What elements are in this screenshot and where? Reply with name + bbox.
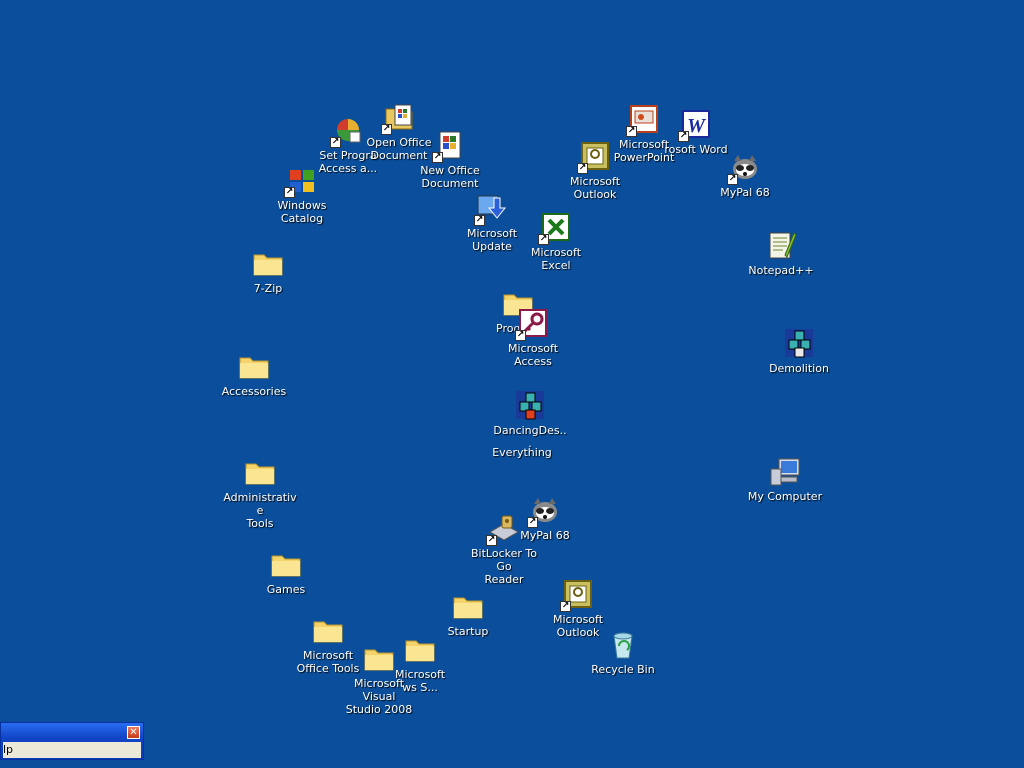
desktop-icon-label: My Computer — [747, 490, 823, 503]
recycle-bin-icon — [613, 632, 633, 659]
menu-bar[interactable]: lp — [3, 742, 141, 758]
shortcut-arrow-icon: ↗ — [727, 174, 738, 185]
desktop-icon-administrative-tools[interactable]: Administrative Tools — [222, 456, 298, 530]
svg-text:W: W — [687, 115, 706, 137]
desktop-icon-label: 7-Zip — [253, 282, 283, 295]
folder-icon — [271, 555, 301, 577]
notepad-plus-plus-icon — [769, 232, 797, 259]
folder-icon — [453, 597, 483, 619]
demolition-icon — [785, 329, 813, 358]
desktop-icon-label: Microsoft ws S... — [394, 668, 446, 694]
dancing-desktop-icon — [516, 391, 544, 420]
folder-icon — [245, 463, 275, 485]
close-button[interactable]: ✕ — [127, 726, 140, 739]
shortcut-arrow-icon: ↗ — [474, 215, 485, 226]
shortcut-arrow-icon: ↗ — [330, 137, 341, 148]
shortcut-arrow-icon: ↗ — [678, 131, 689, 142]
shortcut-arrow-icon: ↗ — [515, 330, 526, 341]
shortcut-arrow-icon: ↗ — [284, 187, 295, 198]
desktop-icon-label: Windows Catalog — [277, 199, 327, 225]
desktop-icon-label: Administrative Tools — [223, 491, 297, 530]
menu-item-help[interactable]: lp — [3, 743, 13, 756]
desktop-icon-notepad-plus-plus[interactable]: Notepad++ — [743, 229, 819, 277]
desktop-icon-microsoft-excel[interactable]: ↗ Microsoft Excel — [518, 211, 594, 272]
shortcut-arrow-icon: ↗ — [577, 163, 588, 174]
shortcut-arrow-icon: ↗ — [626, 126, 637, 137]
desktop-icon-label: Demolition — [769, 362, 829, 375]
desktop-icon-recycle-bin[interactable]: Recycle Bin — [585, 628, 661, 676]
desktop-icon-label: Microsoft Excel — [530, 246, 582, 272]
desktop-icon-mypal-top[interactable]: ↗ MyPal 68 — [707, 151, 783, 199]
desktop-icon-microsoft-access[interactable]: ↗ Microsoft Access — [495, 307, 571, 368]
desktop-icon-label: New Office Document — [420, 164, 480, 190]
partial-window[interactable]: ✕ lp — [0, 722, 144, 760]
desktop-icon-demolition[interactable]: Demolition — [761, 327, 837, 375]
desktop-icon-label: Microsoft Access — [507, 342, 559, 368]
folder-icon — [405, 640, 435, 662]
shortcut-arrow-icon: ↗ — [560, 601, 571, 612]
folder-icon — [239, 357, 269, 379]
shortcut-arrow-icon: ↗ — [432, 152, 443, 163]
desktop-icon-dancing-desktop[interactable]: DancingDes... — [492, 389, 568, 450]
folder-icon — [253, 254, 283, 276]
desktop-icon-label: Recycle Bin — [591, 663, 655, 676]
desktop-icon-label: BitLocker To Go Reader — [471, 547, 537, 586]
desktop-icon-label: Accessories — [221, 385, 287, 398]
shortcut-arrow-icon: ↗ — [538, 234, 549, 245]
desktop-icon-windows-catalog[interactable]: ↗ Windows Catalog — [264, 164, 340, 225]
desktop-icon-new-office-document[interactable]: ↗ New Office Document — [412, 129, 488, 190]
desktop-icon-label: MyPal 68 — [720, 186, 770, 199]
desktop-icon-microsoft-word[interactable]: W ↗ rosoft Word — [658, 108, 734, 156]
shortcut-arrow-icon: ↗ — [381, 124, 392, 135]
desktop-icon-startup[interactable]: Startup — [430, 590, 506, 638]
desktop-icon-label: Microsoft Outlook — [569, 175, 621, 201]
desktop-icon-games[interactable]: Games — [248, 548, 324, 596]
desktop-icon-bitlocker-to-go-reader[interactable]: ↗ BitLocker To Go Reader — [462, 512, 546, 586]
desktop-icon-label: Games — [266, 583, 306, 596]
shortcut-arrow-icon: ↗ — [486, 535, 497, 546]
desktop-icon-everything[interactable]: Everything — [484, 446, 560, 459]
desktop-icon-accessories[interactable]: Accessories — [216, 350, 292, 398]
desktop-icon-label: Everything — [492, 446, 552, 459]
desktop-icon-label: Notepad++ — [748, 264, 814, 277]
my-computer-icon — [770, 458, 800, 486]
desktop-icon-microsoft-windows-sdk[interactable]: Microsoft ws S... — [382, 633, 458, 694]
desktop-icon-my-computer[interactable]: My Computer — [747, 455, 823, 503]
desktop-icon-7-zip[interactable]: 7-Zip — [230, 247, 306, 295]
